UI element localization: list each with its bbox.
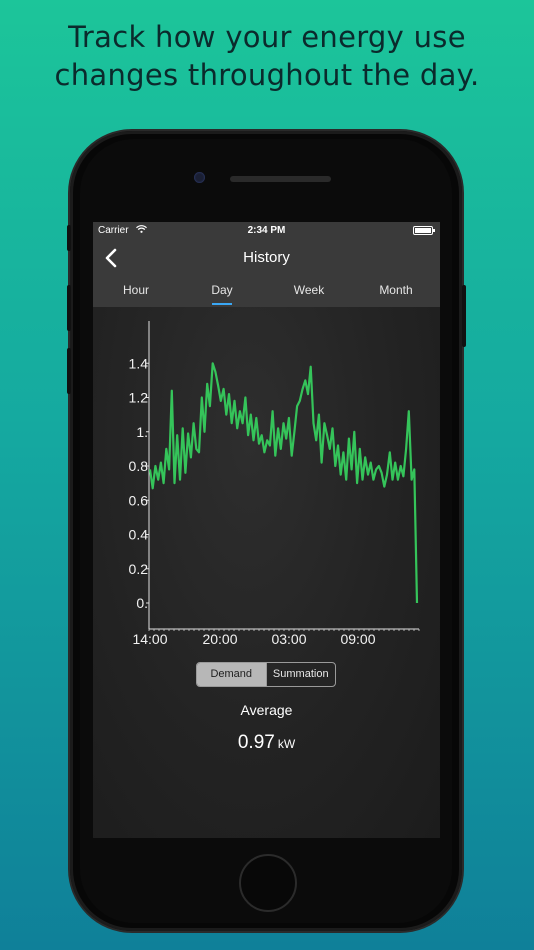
y-tick-label: 0.2 xyxy=(129,561,149,577)
power-button xyxy=(462,285,466,347)
tab-hour[interactable]: Hour xyxy=(93,283,179,307)
demand-segment[interactable]: Demand xyxy=(197,663,266,686)
home-button[interactable] xyxy=(239,854,297,912)
tab-week[interactable]: Week xyxy=(266,283,352,307)
demand-summation-toggle: Demand Summation xyxy=(196,662,336,687)
mute-switch xyxy=(67,225,71,251)
volume-down-button xyxy=(67,348,71,394)
summation-segment[interactable]: Summation xyxy=(265,663,336,686)
y-tick-label: 1. xyxy=(136,424,148,440)
page-title: History xyxy=(243,249,290,266)
x-tick-label: 20:00 xyxy=(202,631,237,647)
y-tick-label: 0. xyxy=(136,595,148,611)
average-label: Average xyxy=(240,702,293,718)
demand-line-chart: 0. 0.2 0.4 0.6 0.8 1. 1.2 1.4 14:00 20:00 03:00 09:… xyxy=(129,321,420,647)
volume-up-button xyxy=(67,285,71,331)
marketing-headline: Track how your energy use changes throug… xyxy=(0,18,534,94)
x-tick-label: 03:00 xyxy=(271,631,306,647)
y-tick-label: 0.4 xyxy=(129,527,149,543)
x-tick-label: 09:00 xyxy=(340,631,375,647)
earpiece-speaker xyxy=(230,176,331,182)
tab-month[interactable]: Month xyxy=(353,283,439,307)
status-bar: Carrier 2:34 PM xyxy=(93,222,440,239)
period-tabs: Hour Day Week Month xyxy=(93,283,440,307)
front-camera xyxy=(194,172,205,183)
status-time: 2:34 PM xyxy=(247,225,286,236)
headline-line-2: changes throughout the day. xyxy=(54,58,480,92)
headline-line-1: Track how your energy use xyxy=(68,20,466,54)
nav-bar: History Hour Day Week Month xyxy=(93,239,440,307)
app-screen: Carrier 2:34 PM History Hour Day Week Mo… xyxy=(93,222,440,838)
series-line xyxy=(148,362,419,604)
tab-day[interactable]: Day xyxy=(179,283,265,307)
y-tick-label: 1.2 xyxy=(129,390,149,406)
y-tick-label: 0.8 xyxy=(129,458,149,474)
x-tick-label: 14:00 xyxy=(132,631,167,647)
average-unit: kW xyxy=(277,737,296,751)
average-readout: 0.97 kW xyxy=(93,732,440,754)
y-tick-label: 0.6 xyxy=(129,492,149,508)
average-value: 0.97 xyxy=(237,732,275,753)
y-tick-label: 1.4 xyxy=(129,355,149,371)
battery-icon xyxy=(413,226,435,235)
